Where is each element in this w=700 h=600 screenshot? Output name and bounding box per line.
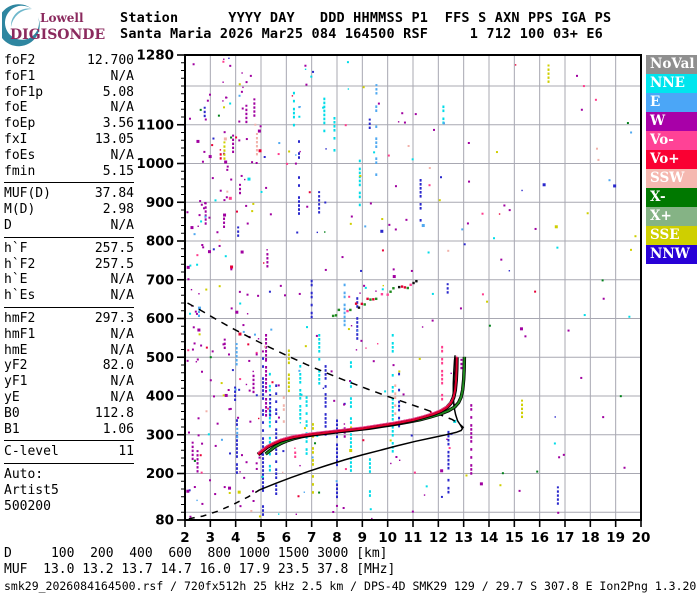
legend-item-sse: SSE — [646, 226, 697, 245]
svg-text:900: 900 — [146, 195, 174, 211]
noise-dots — [186, 57, 637, 520]
axis-ticks — [177, 54, 642, 527]
legend-item-x: X+ — [646, 207, 697, 226]
svg-text:12: 12 — [429, 530, 448, 546]
profile-curve — [188, 355, 464, 520]
legend-item-noval: NoVal — [646, 55, 697, 74]
svg-text:500: 500 — [146, 350, 174, 366]
legend-item-x: X- — [646, 188, 697, 207]
svg-text:5: 5 — [256, 530, 265, 546]
svg-text:17: 17 — [556, 530, 575, 546]
legend-item-vo: Vo+ — [646, 150, 697, 169]
svg-text:7: 7 — [307, 530, 316, 546]
svg-text:800: 800 — [146, 234, 174, 250]
grid-lines — [185, 55, 641, 520]
x-trace — [264, 356, 467, 456]
svg-text:10: 10 — [378, 530, 397, 546]
svg-text:2: 2 — [180, 530, 189, 546]
muf-row: MUF 13.0 13.2 13.7 14.7 16.0 17.9 23.5 3… — [4, 562, 396, 577]
svg-text:19: 19 — [606, 530, 625, 546]
distance-row: D 100 200 400 600 800 1000 1500 3000 [km… — [4, 546, 388, 561]
svg-text:1000: 1000 — [136, 156, 174, 172]
svg-text:600: 600 — [146, 311, 174, 327]
svg-text:13: 13 — [454, 530, 473, 546]
svg-text:6: 6 — [282, 530, 291, 546]
svg-text:400: 400 — [146, 389, 174, 405]
svg-text:15: 15 — [505, 530, 524, 546]
svg-text:20: 20 — [632, 530, 651, 546]
rfi-streaks — [235, 91, 473, 516]
svg-text:1100: 1100 — [136, 117, 174, 133]
svg-text:18: 18 — [581, 530, 600, 546]
svg-text:3: 3 — [206, 530, 215, 546]
legend-item-ssw: SSW — [646, 169, 697, 188]
svg-text:16: 16 — [530, 530, 549, 546]
svg-text:700: 700 — [146, 272, 174, 288]
ionogram-plot: 2 3 4 5 6 7 8 9 10 11 12 13 14 15 16 17 18 19 20 1280 1100 10… — [136, 48, 650, 547]
svg-text:1280: 1280 — [136, 48, 174, 64]
svg-text:200: 200 — [146, 466, 174, 482]
svg-text:14: 14 — [480, 530, 499, 546]
legend-item-vo: Vo- — [646, 131, 697, 150]
svg-text:8: 8 — [332, 530, 341, 546]
legend-item-e: E — [646, 93, 697, 112]
svg-text:300: 300 — [146, 427, 174, 443]
axis-labels: 2 3 4 5 6 7 8 9 10 11 12 13 14 15 16 17 18 19 20 1280 1100 10… — [136, 48, 650, 547]
doppler-direction-legend: NoVal NNE E W Vo- Vo+ SSW X- X+ SSE NNW — [646, 55, 697, 264]
o-trace — [256, 355, 459, 456]
digisonde-ionogram-window: Lowell DIGISONDE Station YYYY DAY DDD HH… — [0, 0, 700, 600]
legend-item-nnw: NNW — [646, 245, 697, 264]
legend-item-nne: NNE — [646, 74, 697, 93]
svg-text:9: 9 — [358, 530, 367, 546]
svg-text:11: 11 — [404, 530, 423, 546]
svg-text:4: 4 — [231, 530, 240, 546]
legend-item-w: W — [646, 112, 697, 131]
file-info-footer: smk29_2026084164500.rsf / 720fx512h 25 k… — [4, 579, 697, 593]
muf-distance-table: D 100 200 400 600 800 1000 1500 3000 [km… — [4, 546, 395, 578]
svg-text:80: 80 — [155, 513, 174, 529]
